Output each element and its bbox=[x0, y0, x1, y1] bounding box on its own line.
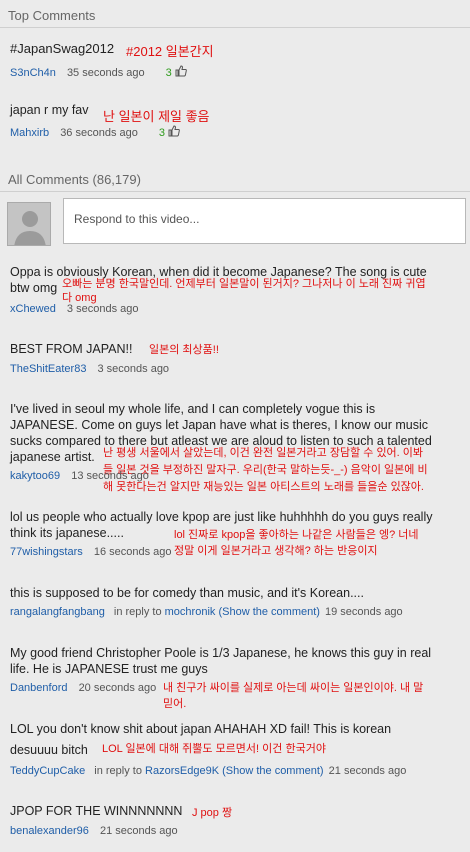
show-comment-link[interactable]: (Show the comment) bbox=[218, 606, 319, 618]
comment-meta: 77wishingstars 16 seconds ago bbox=[10, 546, 172, 558]
comment-text: this is supposed to be for comedy than m… bbox=[10, 586, 364, 600]
comment-meta: TheShitEater83 3 seconds ago bbox=[10, 363, 169, 375]
comment-timestamp: 36 seconds ago bbox=[60, 127, 138, 139]
divider bbox=[0, 191, 470, 192]
comment-translation: 난 평생 서울에서 살았는데, 이건 완전 일본거라고 장담할 수 있어. 이봐 bbox=[103, 447, 424, 459]
comment-meta: benalexander96 21 seconds ago bbox=[10, 825, 178, 837]
reply-username[interactable]: RazorsEdge9K bbox=[145, 765, 219, 777]
comment-text: life. He is JAPANESE trust me guys bbox=[10, 662, 208, 676]
in-reply-to-label: in reply to bbox=[94, 765, 142, 777]
divider bbox=[0, 27, 470, 28]
comment-username[interactable]: rangalangfangbang bbox=[10, 606, 105, 618]
comment-translation: 내 친구가 싸이를 실제로 아는데 싸이는 일본인이야. 내 말 bbox=[163, 682, 424, 694]
comment-username[interactable]: kakytoo69 bbox=[10, 470, 60, 482]
comment-translation: LOL 일본에 대해 쥐뿔도 모르면서! 이건 한국거야 bbox=[102, 743, 326, 755]
comment-username[interactable]: Danbenford bbox=[10, 682, 68, 694]
comment-timestamp: 13 seconds ago bbox=[71, 470, 149, 482]
thumbs-up-icon[interactable] bbox=[175, 65, 187, 80]
comment-text: JPOP FOR THE WINNNNNNN bbox=[10, 804, 183, 818]
comment-translation: lol 진짜로 kpop을 좋아하는 나같은 사람들은 엥? 너네 bbox=[174, 529, 419, 541]
comment-text: My good friend Christopher Poole is 1/3 … bbox=[10, 646, 432, 660]
comment-translation: 일본의 최상품!! bbox=[149, 344, 219, 356]
comment-meta: TeddyCupCake in reply to RazorsEdge9K (S… bbox=[10, 765, 406, 777]
in-reply-to-label: in reply to bbox=[113, 606, 162, 618]
all-comments-header: All Comments (86,179) bbox=[8, 172, 141, 187]
comment-meta: rangalangfangbang in reply to mochronik … bbox=[10, 606, 403, 618]
comment-username[interactable]: TheShitEater83 bbox=[10, 363, 86, 375]
comment-translation: 믿어. bbox=[163, 698, 187, 710]
comment-meta: Mahxirb 36 seconds ago 3 bbox=[10, 125, 180, 140]
comment-meta: xChewed 3 seconds ago bbox=[10, 303, 138, 315]
comment-timestamp: 19 seconds ago bbox=[325, 606, 403, 618]
reply-input[interactable]: Respond to this video... bbox=[63, 198, 466, 244]
comment-meta: Danbenford 20 seconds ago bbox=[10, 682, 156, 694]
comment-translation: 오빠는 분명 한국말인데. 언제부터 일본말이 된거지? 그나저나 이 노래 진… bbox=[62, 278, 426, 290]
comment-text: think its japanese..... bbox=[10, 526, 124, 540]
comment-timestamp: 35 seconds ago bbox=[66, 67, 145, 79]
comment-translation: 해 못한다는건 알지만 재능있는 일본 아티스트의 노래를 들을순 있잖아. bbox=[103, 481, 424, 493]
comment-text: LOL you don't know shit about japan AHAH… bbox=[10, 722, 392, 736]
comment-text: #JapanSwag2012 bbox=[10, 41, 115, 56]
comment-text: lol us people who actually love kpop are… bbox=[10, 510, 433, 524]
default-avatar-icon bbox=[14, 211, 46, 245]
comment-username[interactable]: S3nCh4n bbox=[10, 67, 56, 79]
vote-count: 3 bbox=[165, 67, 172, 79]
comment-username[interactable]: benalexander96 bbox=[10, 825, 89, 837]
comment-meta: S3nCh4n 35 seconds ago 3 bbox=[10, 65, 187, 80]
thumbs-up-icon[interactable] bbox=[168, 125, 180, 140]
vote-count: 3 bbox=[158, 127, 166, 139]
comment-username[interactable]: Mahxirb bbox=[10, 127, 49, 139]
comment-meta: kakytoo69 13 seconds ago bbox=[10, 470, 149, 482]
comment-timestamp: 21 seconds ago bbox=[99, 825, 178, 837]
comment-timestamp: 16 seconds ago bbox=[93, 546, 172, 558]
comment-timestamp: 21 seconds ago bbox=[328, 765, 407, 777]
show-comment-link[interactable]: (Show the comment) bbox=[222, 765, 323, 777]
comment-text: BEST FROM JAPAN!! bbox=[10, 342, 133, 356]
comment-translation: #2012 일본간지 bbox=[126, 44, 214, 59]
comment-text: I've lived in seoul my whole life, and I… bbox=[10, 402, 376, 416]
comment-timestamp: 3 seconds ago bbox=[66, 303, 139, 315]
comment-text: btw omg bbox=[10, 281, 58, 295]
comment-timestamp: 3 seconds ago bbox=[97, 363, 170, 375]
avatar bbox=[7, 202, 51, 246]
reply-username[interactable]: mochronik bbox=[165, 606, 216, 618]
comment-timestamp: 20 seconds ago bbox=[78, 682, 157, 694]
comment-username[interactable]: 77wishingstars bbox=[10, 546, 83, 558]
comment-username[interactable]: TeddyCupCake bbox=[10, 765, 85, 777]
comment-text: JAPANESE. Come on guys let Japan have wh… bbox=[10, 418, 429, 432]
comment-text: japanese artist. bbox=[10, 450, 95, 464]
comment-translation: 정말 이게 일본거라고 생각해? 하는 반응이지 bbox=[174, 545, 378, 557]
comment-text: japan r my fav bbox=[10, 103, 89, 117]
top-comments-header: Top Comments bbox=[8, 8, 96, 23]
comment-username[interactable]: xChewed bbox=[10, 303, 56, 315]
comment-translation: 들 일본 것을 부정하진 말자구. 우리(한국 말하는듯-_-) 음악이 일본에… bbox=[103, 464, 428, 476]
comment-translation: 난 일본이 제일 좋음 bbox=[103, 109, 210, 124]
comment-translation: J pop 짱 bbox=[192, 807, 233, 819]
comment-text: desuuuu bitch bbox=[10, 743, 88, 757]
